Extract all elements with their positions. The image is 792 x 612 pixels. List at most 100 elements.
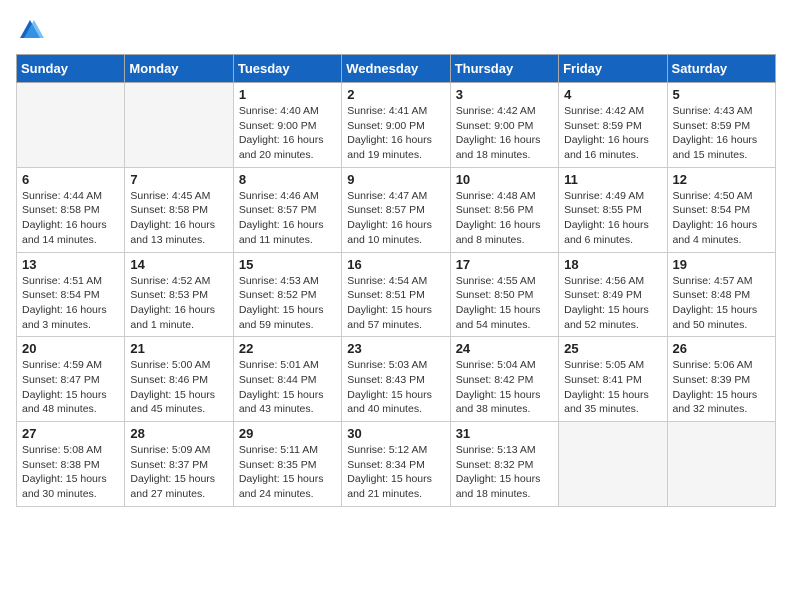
day-number: 7 — [130, 172, 227, 187]
day-number: 21 — [130, 341, 227, 356]
calendar-week-row: 6 Sunrise: 4:44 AM Sunset: 8:58 PM Daylig… — [17, 167, 776, 252]
day-number: 14 — [130, 257, 227, 272]
calendar-cell: 15 Sunrise: 4:53 AM Sunset: 8:52 PM Dayli… — [233, 252, 341, 337]
calendar-cell: 19Sunrise: 4:57 AM Sunset: 8:48 PM Dayli… — [667, 252, 775, 337]
calendar-cell — [667, 422, 775, 507]
calendar-cell: 20 Sunrise: 4:59 AM Sunset: 8:47 PM Dayli… — [17, 337, 125, 422]
weekday-header: Wednesday — [342, 55, 450, 83]
weekday-header: Monday — [125, 55, 233, 83]
calendar-cell: 3 Sunrise: 4:42 AM Sunset: 9:00 PM Daylig… — [450, 83, 558, 168]
cell-text: Sunrise: 4:50 AM Sunset: 8:54 PM Dayligh… — [673, 189, 770, 248]
calendar-cell: 16 Sunrise: 4:54 AM Sunset: 8:51 PM Dayli… — [342, 252, 450, 337]
cell-text: Sunrise: 4:47 AM Sunset: 8:57 PM Dayligh… — [347, 189, 444, 248]
calendar-cell: 13 Sunrise: 4:51 AM Sunset: 8:54 PM Dayli… — [17, 252, 125, 337]
weekday-header: Saturday — [667, 55, 775, 83]
cell-text: Sunrise: 4:53 AM Sunset: 8:52 PM Dayligh… — [239, 274, 336, 333]
day-number: 26 — [673, 341, 770, 356]
day-number: 1 — [239, 87, 336, 102]
day-number: 29 — [239, 426, 336, 441]
cell-text: Sunrise: 5:03 AM Sunset: 8:43 PM Dayligh… — [347, 358, 444, 417]
day-number: 25 — [564, 341, 661, 356]
calendar-cell: 26 Sunrise: 5:06 AM Sunset: 8:39 PM Dayli… — [667, 337, 775, 422]
weekday-header: Thursday — [450, 55, 558, 83]
cell-text: Sunrise: 5:11 AM Sunset: 8:35 PM Dayligh… — [239, 443, 336, 502]
calendar-week-row: 1 Sunrise: 4:40 AM Sunset: 9:00 PM Daylig… — [17, 83, 776, 168]
calendar-cell: 5Sunrise: 4:43 AM Sunset: 8:59 PM Daylig… — [667, 83, 775, 168]
calendar-cell: 10Sunrise: 4:48 AM Sunset: 8:56 PM Dayli… — [450, 167, 558, 252]
calendar-cell: 7 Sunrise: 4:45 AM Sunset: 8:58 PM Daylig… — [125, 167, 233, 252]
cell-text: Sunrise: 4:44 AM Sunset: 8:58 PM Dayligh… — [22, 189, 119, 248]
calendar-cell: 23 Sunrise: 5:03 AM Sunset: 8:43 PM Dayli… — [342, 337, 450, 422]
calendar-table: SundayMondayTuesdayWednesdayThursdayFrid… — [16, 54, 776, 507]
calendar-cell: 21 Sunrise: 5:00 AM Sunset: 8:46 PM Dayli… — [125, 337, 233, 422]
calendar-cell — [17, 83, 125, 168]
calendar-week-row: 27Sunrise: 5:08 AM Sunset: 8:38 PM Dayli… — [17, 422, 776, 507]
day-number: 6 — [22, 172, 119, 187]
calendar-week-row: 20 Sunrise: 4:59 AM Sunset: 8:47 PM Dayli… — [17, 337, 776, 422]
calendar-cell: 9 Sunrise: 4:47 AM Sunset: 8:57 PM Daylig… — [342, 167, 450, 252]
weekday-header-row: SundayMondayTuesdayWednesdayThursdayFrid… — [17, 55, 776, 83]
logo — [16, 16, 48, 44]
day-number: 12 — [673, 172, 770, 187]
day-number: 22 — [239, 341, 336, 356]
day-number: 30 — [347, 426, 444, 441]
day-number: 16 — [347, 257, 444, 272]
day-number: 24 — [456, 341, 553, 356]
cell-text: Sunrise: 5:13 AM Sunset: 8:32 PM Dayligh… — [456, 443, 553, 502]
calendar-cell: 14Sunrise: 4:52 AM Sunset: 8:53 PM Dayli… — [125, 252, 233, 337]
day-number: 10 — [456, 172, 553, 187]
day-number: 28 — [130, 426, 227, 441]
calendar-cell: 8Sunrise: 4:46 AM Sunset: 8:57 PM Daylig… — [233, 167, 341, 252]
logo-icon — [16, 16, 44, 44]
cell-text: Sunrise: 4:41 AM Sunset: 9:00 PM Dayligh… — [347, 104, 444, 163]
cell-text: Sunrise: 4:43 AM Sunset: 8:59 PM Dayligh… — [673, 104, 770, 163]
cell-text: Sunrise: 4:42 AM Sunset: 8:59 PM Dayligh… — [564, 104, 661, 163]
calendar-cell: 28 Sunrise: 5:09 AM Sunset: 8:37 PM Dayli… — [125, 422, 233, 507]
day-number: 3 — [456, 87, 553, 102]
day-number: 23 — [347, 341, 444, 356]
calendar-cell: 2 Sunrise: 4:41 AM Sunset: 9:00 PM Daylig… — [342, 83, 450, 168]
cell-text: Sunrise: 5:05 AM Sunset: 8:41 PM Dayligh… — [564, 358, 661, 417]
cell-text: Sunrise: 5:00 AM Sunset: 8:46 PM Dayligh… — [130, 358, 227, 417]
cell-text: Sunrise: 5:06 AM Sunset: 8:39 PM Dayligh… — [673, 358, 770, 417]
cell-text: Sunrise: 4:46 AM Sunset: 8:57 PM Dayligh… — [239, 189, 336, 248]
day-number: 9 — [347, 172, 444, 187]
day-number: 13 — [22, 257, 119, 272]
calendar-cell: 1 Sunrise: 4:40 AM Sunset: 9:00 PM Daylig… — [233, 83, 341, 168]
calendar-week-row: 13 Sunrise: 4:51 AM Sunset: 8:54 PM Dayli… — [17, 252, 776, 337]
cell-text: Sunrise: 5:01 AM Sunset: 8:44 PM Dayligh… — [239, 358, 336, 417]
cell-text: Sunrise: 5:09 AM Sunset: 8:37 PM Dayligh… — [130, 443, 227, 502]
cell-text: Sunrise: 5:08 AM Sunset: 8:38 PM Dayligh… — [22, 443, 119, 502]
cell-text: Sunrise: 4:51 AM Sunset: 8:54 PM Dayligh… — [22, 274, 119, 333]
day-number: 17 — [456, 257, 553, 272]
weekday-header: Friday — [559, 55, 667, 83]
day-number: 20 — [22, 341, 119, 356]
calendar-cell: 18 Sunrise: 4:56 AM Sunset: 8:49 PM Dayli… — [559, 252, 667, 337]
cell-text: Sunrise: 4:55 AM Sunset: 8:50 PM Dayligh… — [456, 274, 553, 333]
day-number: 31 — [456, 426, 553, 441]
calendar-cell: 4Sunrise: 4:42 AM Sunset: 8:59 PM Daylig… — [559, 83, 667, 168]
calendar-cell: 31 Sunrise: 5:13 AM Sunset: 8:32 PM Dayli… — [450, 422, 558, 507]
cell-text: Sunrise: 4:49 AM Sunset: 8:55 PM Dayligh… — [564, 189, 661, 248]
page-header — [16, 16, 776, 44]
cell-text: Sunrise: 4:40 AM Sunset: 9:00 PM Dayligh… — [239, 104, 336, 163]
cell-text: Sunrise: 4:54 AM Sunset: 8:51 PM Dayligh… — [347, 274, 444, 333]
calendar-cell: 22 Sunrise: 5:01 AM Sunset: 8:44 PM Dayli… — [233, 337, 341, 422]
calendar-cell: 27Sunrise: 5:08 AM Sunset: 8:38 PM Dayli… — [17, 422, 125, 507]
calendar-cell: 17 Sunrise: 4:55 AM Sunset: 8:50 PM Dayli… — [450, 252, 558, 337]
calendar-cell — [559, 422, 667, 507]
cell-text: Sunrise: 4:56 AM Sunset: 8:49 PM Dayligh… — [564, 274, 661, 333]
day-number: 15 — [239, 257, 336, 272]
calendar-cell: 30 Sunrise: 5:12 AM Sunset: 8:34 PM Dayli… — [342, 422, 450, 507]
day-number: 2 — [347, 87, 444, 102]
cell-text: Sunrise: 4:59 AM Sunset: 8:47 PM Dayligh… — [22, 358, 119, 417]
weekday-header: Sunday — [17, 55, 125, 83]
day-number: 19 — [673, 257, 770, 272]
cell-text: Sunrise: 4:45 AM Sunset: 8:58 PM Dayligh… — [130, 189, 227, 248]
cell-text: Sunrise: 4:42 AM Sunset: 9:00 PM Dayligh… — [456, 104, 553, 163]
weekday-header: Tuesday — [233, 55, 341, 83]
cell-text: Sunrise: 5:12 AM Sunset: 8:34 PM Dayligh… — [347, 443, 444, 502]
calendar-cell: 12 Sunrise: 4:50 AM Sunset: 8:54 PM Dayli… — [667, 167, 775, 252]
day-number: 18 — [564, 257, 661, 272]
day-number: 11 — [564, 172, 661, 187]
